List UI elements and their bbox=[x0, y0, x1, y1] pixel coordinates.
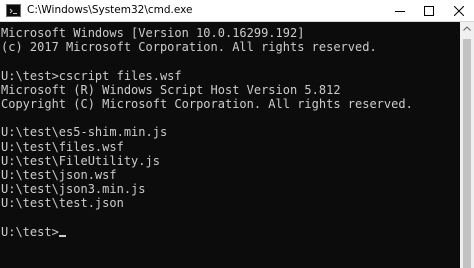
console-window: C:\Windows\System32\cmd.exe Microsoft Wi… bbox=[0, 0, 474, 268]
minimize-icon bbox=[395, 11, 405, 12]
window-title: C:\Windows\System32\cmd.exe bbox=[27, 4, 193, 16]
console-line: (c) 2017 Microsoft Corporation. All righ… bbox=[1, 40, 377, 55]
close-button[interactable] bbox=[444, 0, 474, 22]
vertical-scrollbar[interactable] bbox=[460, 22, 474, 268]
console-line: U:\test\test.json bbox=[1, 196, 124, 211]
maximize-icon bbox=[424, 6, 434, 16]
prompt-line[interactable]: U:\test> bbox=[1, 225, 413, 239]
console-line: U:\test\FileUtility.js bbox=[1, 153, 160, 168]
console-line: U:\test\json.wsf bbox=[1, 167, 117, 182]
console-line: Microsoft (R) Windows Script Host Versio… bbox=[1, 82, 341, 97]
console-line: U:\test\json3.min.js bbox=[1, 182, 146, 197]
scroll-thumb[interactable] bbox=[463, 39, 471, 268]
console-line: U:\test>cscript files.wsf bbox=[1, 68, 182, 83]
console-lines: Microsoft Windows [Version 10.0.16299.19… bbox=[1, 26, 413, 239]
console-line: Microsoft Windows [Version 10.0.16299.19… bbox=[1, 26, 305, 40]
minimize-button[interactable] bbox=[385, 0, 415, 22]
console-icon[interactable] bbox=[6, 4, 21, 17]
console-line: Copyright (C) Microsoft Corporation. All… bbox=[1, 96, 413, 111]
title-bar[interactable]: C:\Windows\System32\cmd.exe bbox=[0, 0, 474, 22]
prompt-text: U:\test> bbox=[1, 224, 59, 239]
close-icon bbox=[454, 6, 464, 16]
scroll-up-button[interactable] bbox=[460, 22, 474, 36]
console-line: U:\test\files.wsf bbox=[1, 139, 124, 154]
scroll-up-icon bbox=[463, 26, 471, 31]
console-line: U:\test\es5-shim.min.js bbox=[1, 125, 168, 140]
maximize-button[interactable] bbox=[414, 0, 444, 22]
text-cursor bbox=[58, 234, 66, 237]
console-output[interactable]: Microsoft Windows [Version 10.0.16299.19… bbox=[0, 22, 460, 268]
